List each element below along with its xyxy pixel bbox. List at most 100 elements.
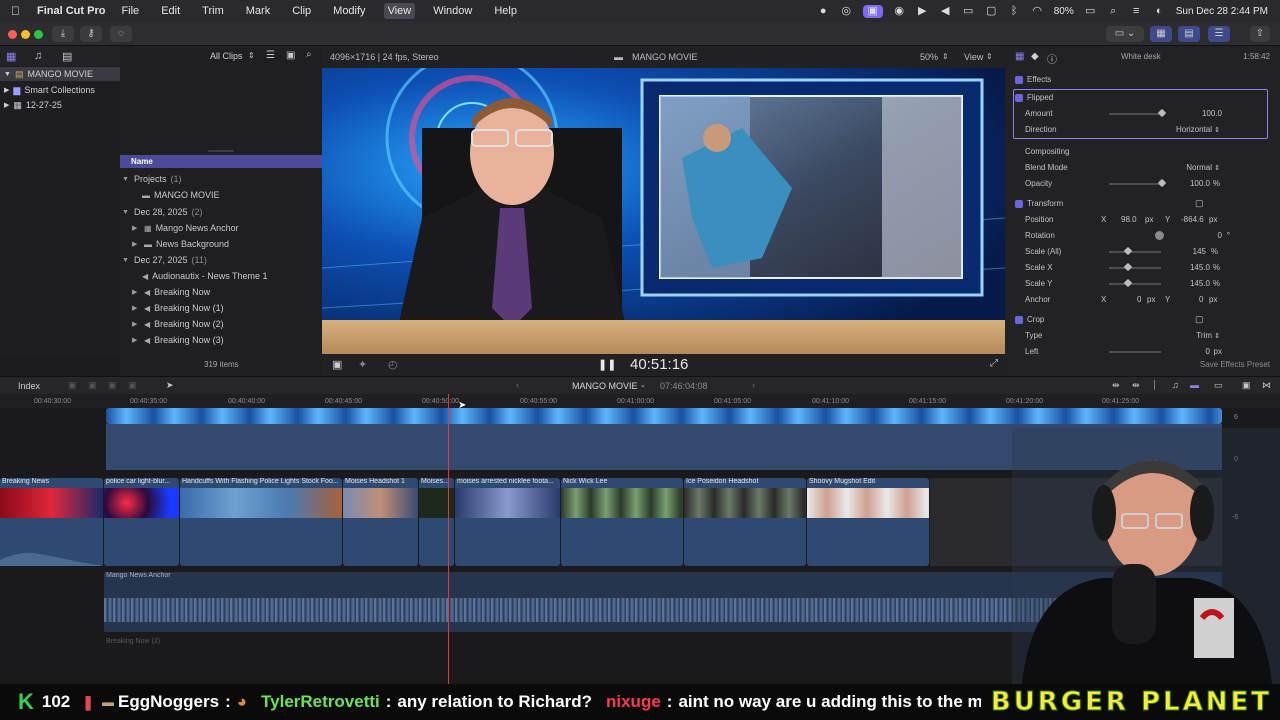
menu-help[interactable]: Help xyxy=(490,3,521,19)
playhead[interactable] xyxy=(448,394,449,684)
minimize-window-button[interactable] xyxy=(21,30,30,39)
flipped-checkbox[interactable] xyxy=(1015,93,1023,102)
zoom-window-button[interactable] xyxy=(34,30,43,39)
scale-y-slider[interactable] xyxy=(1109,283,1161,285)
flipped-effect-row[interactable]: Flipped xyxy=(1005,90,1280,105)
toggle-inspector-button[interactable]: ☰ xyxy=(1208,26,1230,42)
storyline-clip[interactable]: Ice Poseidon Headshot xyxy=(684,478,806,566)
transform-section-header[interactable]: Transform ▢ xyxy=(1005,196,1280,211)
info-inspector-icon[interactable]: ⓘ xyxy=(1047,51,1057,66)
storyline-clip[interactable]: police car light-blur... xyxy=(104,478,179,566)
display-icon[interactable]: ▢ xyxy=(985,5,998,18)
menu-clip[interactable]: Clip xyxy=(288,3,315,19)
forward-arrow-icon[interactable]: › xyxy=(752,380,755,390)
disclosure-closed-icon[interactable]: ▶ xyxy=(132,288,140,296)
background-video-clip[interactable] xyxy=(106,408,1222,424)
crop-section-header[interactable]: Crop ▢ xyxy=(1005,312,1280,327)
name-column-header[interactable]: Name xyxy=(120,155,322,168)
disclosure-closed-icon[interactable]: ▶ xyxy=(4,101,9,109)
menu-edit[interactable]: Edit xyxy=(157,3,184,19)
clip-appearance-icon[interactable]: ⇹ xyxy=(1132,380,1140,391)
direction-dropdown[interactable]: Horizontal xyxy=(1176,125,1212,134)
storyline-clip[interactable]: Shoovy Mugshot Edit xyxy=(807,478,929,566)
effects-checkbox[interactable] xyxy=(1015,75,1023,84)
storyline-clip[interactable]: Nick Wick Lee xyxy=(561,478,683,566)
library-item-smart-collections[interactable]: ▶ ▆ Smart Collections xyxy=(0,83,120,97)
layout-menu-button[interactable]: ▭ ⌄ xyxy=(1106,26,1144,42)
menu-trim[interactable]: Trim xyxy=(198,3,228,19)
close-window-button[interactable] xyxy=(8,30,17,39)
browser-row-date[interactable]: ▼ Dec 27, 2025 (11) xyxy=(122,253,207,267)
clip-appearance-icon[interactable]: ▣ xyxy=(286,50,295,61)
browser-row-audio[interactable]: ◀ Audionautix - News Theme 1 xyxy=(142,269,268,283)
storyline-clip[interactable]: Moises Headshot 1 xyxy=(343,478,418,566)
enhance-menu-icon[interactable]: ✦ xyxy=(358,358,367,371)
library-item-mango-movie[interactable]: ▼ ▤ MANGO MOVIE xyxy=(0,67,120,81)
insert-clip-icon[interactable]: ▣ xyxy=(88,380,97,391)
photos-tab-icon[interactable]: ♫ xyxy=(34,50,42,62)
disclosure-open-icon[interactable]: ▼ xyxy=(122,257,130,264)
disclosure-closed-icon[interactable]: ▶ xyxy=(4,86,9,94)
status-icon[interactable]: ● xyxy=(817,5,830,18)
share-button[interactable]: ⇧ xyxy=(1250,26,1270,42)
snapping-icon[interactable]: ▭ xyxy=(1214,380,1223,391)
timeline-project-title[interactable]: MANGO MOVIE xyxy=(572,381,638,391)
play-circle-icon[interactable]: ▶ xyxy=(916,5,929,18)
position-x-value[interactable]: 98.0 xyxy=(1121,215,1137,224)
scale-all-value[interactable]: 145 xyxy=(1193,247,1206,256)
siri-icon[interactable]: ◐ xyxy=(1153,5,1166,18)
speed-menu-icon[interactable]: ◴ xyxy=(388,358,398,371)
wifi-icon[interactable]: ◠ xyxy=(1031,5,1044,18)
crop-overlay-icon[interactable]: ▢ xyxy=(1195,314,1204,325)
storyline-clip[interactable]: moises arrested nicklee foota... xyxy=(455,478,560,566)
connect-clip-icon[interactable]: ▣ xyxy=(68,380,77,391)
scale-x-value[interactable]: 145.0 xyxy=(1190,263,1210,272)
scale-x-slider[interactable] xyxy=(1109,267,1161,269)
disclosure-open-icon[interactable]: ▼ xyxy=(122,209,130,216)
rewind-icon[interactable]: ◉ xyxy=(893,5,906,18)
crop-checkbox[interactable] xyxy=(1015,315,1023,324)
transform-menu-icon[interactable]: ▣ xyxy=(332,358,342,371)
rotation-dial[interactable] xyxy=(1155,231,1164,240)
color-inspector-icon[interactable]: ◆ xyxy=(1031,51,1039,62)
volume-icon[interactable]: ◀ xyxy=(939,5,952,18)
browser-row-date[interactable]: ▼ Dec 28, 2025 (2) xyxy=(122,205,203,219)
menu-window[interactable]: Window xyxy=(429,3,476,19)
list-view-icon[interactable]: ☰ xyxy=(266,50,275,61)
creative-cloud-icon[interactable]: ◎ xyxy=(840,5,853,18)
transform-overlay-icon[interactable]: ▢ xyxy=(1195,198,1204,209)
fullscreen-icon[interactable]: ⤢ xyxy=(990,358,998,369)
position-y-value[interactable]: -864.6 xyxy=(1181,215,1204,224)
anchor-x-value[interactable]: 0 xyxy=(1137,295,1141,304)
crop-left-value[interactable]: 0 xyxy=(1206,347,1210,356)
solo-icon[interactable]: ▬ xyxy=(1190,380,1199,390)
skimming-icon[interactable]: ⏐ xyxy=(1152,380,1157,391)
audio-skimming-icon[interactable]: ♫ xyxy=(1172,380,1179,390)
bluetooth-icon[interactable]: ᛒ xyxy=(1008,5,1021,18)
browser-row-clip[interactable]: ▶ ◀ Breaking Now (1) xyxy=(132,301,224,315)
import-button[interactable]: ⤓ xyxy=(52,26,74,42)
libraries-tab-icon[interactable]: ▦ xyxy=(6,50,16,63)
menu-modify[interactable]: Modify xyxy=(329,3,369,19)
disclosure-open-icon[interactable]: ▼ xyxy=(4,71,11,78)
pause-button[interactable]: ❚❚ xyxy=(598,358,616,371)
disclosure-closed-icon[interactable]: ▶ xyxy=(132,240,140,248)
opacity-slider[interactable] xyxy=(1109,183,1161,185)
save-effects-preset-button[interactable]: Save Effects Preset xyxy=(1200,360,1270,369)
library-item-event[interactable]: ▶ ▦ 12-27-25 xyxy=(0,98,120,112)
screen-share-icon[interactable]: ▣ xyxy=(862,4,883,18)
disclosure-closed-icon[interactable]: ▶ xyxy=(132,304,140,312)
disclosure-closed-icon[interactable]: ▶ xyxy=(132,320,140,328)
rotation-value[interactable]: 0 xyxy=(1218,231,1222,240)
browser-row-clip[interactable]: ▶ ▬ News Background xyxy=(132,237,229,251)
zoom-to-fit-icon[interactable]: ⇹ xyxy=(1112,380,1120,391)
index-button[interactable]: Index xyxy=(18,381,40,391)
menu-mark[interactable]: Mark xyxy=(242,3,274,19)
menu-clock[interactable]: Sun Dec 28 2:44 PM xyxy=(1176,6,1268,17)
scale-y-slider-knob[interactable] xyxy=(1123,278,1133,288)
viewer-canvas[interactable] xyxy=(322,68,1005,354)
scale-y-value[interactable]: 145.0 xyxy=(1190,279,1210,288)
append-clip-icon[interactable]: ▣ xyxy=(108,380,117,391)
opacity-value[interactable]: 100.0 xyxy=(1190,179,1210,188)
battery-icon[interactable]: ▭ xyxy=(1084,5,1097,18)
